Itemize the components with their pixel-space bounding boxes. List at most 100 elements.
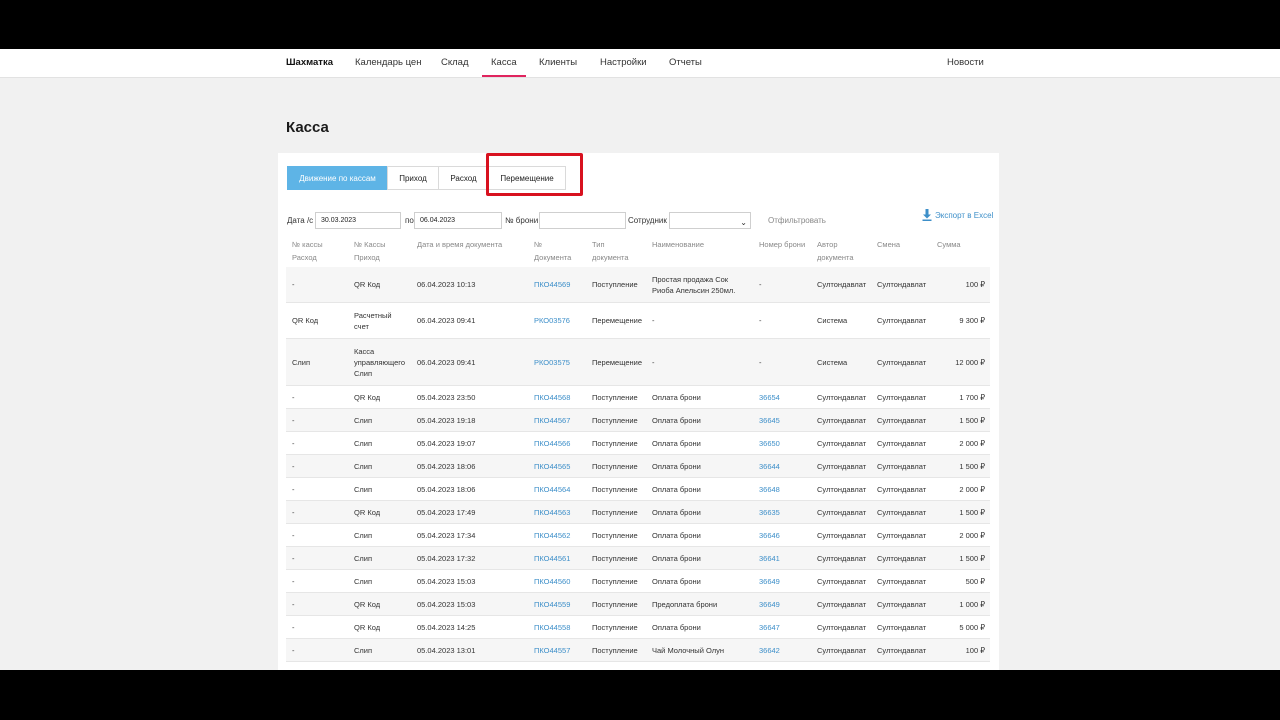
cell-document-type: Поступление <box>592 415 638 425</box>
cell-booking-number[interactable]: 36648 <box>759 478 780 500</box>
cell-booking-number[interactable]: 36644 <box>759 455 780 477</box>
tab-income[interactable]: Приход <box>387 166 439 190</box>
cell-document-type: Перемещение <box>592 316 642 325</box>
nav-item-news[interactable]: Новости <box>947 49 984 77</box>
cell-shift: Султондавлат <box>877 280 927 289</box>
cell-document-type: Поступление <box>592 392 638 402</box>
cell-document-number[interactable]: ПКО44568 <box>534 386 570 408</box>
cell-booking-number[interactable]: 36645 <box>759 409 780 431</box>
cell-datetime: 05.04.2023 23:50 <box>417 392 476 402</box>
table-row[interactable]: - Слип 05.04.2023 17:32 ПКО44561 Поступление… <box>286 547 990 570</box>
cell-document-number[interactable]: ПКО44566 <box>534 432 570 454</box>
table-row[interactable]: - Слип 05.04.2023 19:18 ПКО44567 Поступление… <box>286 409 990 432</box>
cell-amount: 2 000 ₽ <box>959 438 985 448</box>
cell-amount: 1 000 ₽ <box>959 599 985 609</box>
column-header-amount[interactable]: Сумма <box>937 239 961 252</box>
cell-document-number[interactable]: ПКО44569 <box>534 267 570 302</box>
cell-income-cashbox: Касса управляющего Слип <box>354 346 406 378</box>
table-row[interactable]: - QR Код 05.04.2023 23:50 ПКО44568 Поступлен… <box>286 386 990 409</box>
date-from-input[interactable]: 30.03.2023 <box>315 212 401 229</box>
table-row[interactable]: - QR Код 05.04.2023 14:25 ПКО44558 Поступлен… <box>286 616 990 639</box>
column-header-document-type[interactable]: Тип документа <box>592 239 629 264</box>
tab-expense[interactable]: Расход <box>438 166 489 190</box>
nav-item-warehouse[interactable]: Склад <box>441 49 469 77</box>
cell-booking-number[interactable]: 36649 <box>759 593 780 615</box>
cell-document-number[interactable]: ПКО44567 <box>534 409 570 431</box>
column-header-author[interactable]: Автор документа <box>817 239 854 264</box>
table-row[interactable]: - Слип 05.04.2023 19:07 ПКО44566 Поступление… <box>286 432 990 455</box>
table-row[interactable]: - Слип 05.04.2023 18:06 ПКО44564 Поступление… <box>286 478 990 501</box>
cell-shift: Султондавлат <box>877 553 927 563</box>
table-row[interactable]: - Слип 05.04.2023 17:34 ПКО44562 Поступление… <box>286 524 990 547</box>
cell-document-number[interactable]: ПКО44560 <box>534 570 570 592</box>
nav-item-cashbox[interactable]: Касса <box>482 49 526 77</box>
date-to-label: по <box>405 216 414 225</box>
table-row[interactable]: - Слип 05.04.2023 15:03 ПКО44560 Поступление… <box>286 570 990 593</box>
export-excel-link[interactable]: Экспорт в Excel <box>922 209 993 221</box>
cell-document-number[interactable]: ПКО44564 <box>534 478 570 500</box>
cell-booking-number[interactable]: 36647 <box>759 616 780 638</box>
cell-booking-number[interactable]: 36641 <box>759 547 780 569</box>
cell-income-cashbox: Слип <box>354 461 373 471</box>
nav-item-reports[interactable]: Отчеты <box>669 49 702 77</box>
cell-income-cashbox: QR Код <box>354 507 381 517</box>
column-header-booking-number[interactable]: Номер брони <box>759 239 805 252</box>
column-header-shift[interactable]: Смена <box>877 239 900 252</box>
column-header-document-number[interactable]: № Документа <box>534 239 571 264</box>
cell-amount: 100 ₽ <box>965 645 985 655</box>
filter-button[interactable]: Отфильтровать <box>768 216 826 225</box>
cell-document-number[interactable]: ПКО44558 <box>534 616 570 638</box>
cell-amount: 100 ₽ <box>965 280 985 289</box>
cell-name: Оплата брони <box>652 484 701 494</box>
tab-cash-movement[interactable]: Движение по кассам <box>287 166 388 190</box>
cell-document-number[interactable]: ПКО44563 <box>534 501 570 523</box>
cell-document-number[interactable]: ПКО44561 <box>534 547 570 569</box>
column-header-datetime[interactable]: Дата и время документа <box>417 239 502 252</box>
column-header-income-cashbox[interactable]: № Кассы Приход <box>354 239 386 264</box>
booking-number-input[interactable] <box>539 212 626 229</box>
nav-item-settings[interactable]: Настройки <box>600 49 647 77</box>
cell-name: Оплата брони <box>652 622 701 632</box>
cell-booking-number[interactable]: 36635 <box>759 501 780 523</box>
cell-document-number[interactable]: ПКО44559 <box>534 593 570 615</box>
column-header-name[interactable]: Наименование <box>652 239 704 252</box>
nav-item-chessboard[interactable]: Шахматка <box>286 49 333 77</box>
cell-author: Система <box>817 357 848 367</box>
cell-document-number[interactable]: ПКО44562 <box>534 524 570 546</box>
cell-author: Султондавлат <box>817 507 867 517</box>
cell-shift: Султондавлат <box>877 507 927 517</box>
table-row[interactable]: - QR Код 05.04.2023 17:49 ПКО44563 Поступлен… <box>286 501 990 524</box>
cell-shift: Султондавлат <box>877 576 927 586</box>
cell-booking-number[interactable]: 36650 <box>759 432 780 454</box>
table-row[interactable]: - QR Код 05.04.2023 15:03 ПКО44559 Поступлен… <box>286 593 990 616</box>
date-to-input[interactable]: 06.04.2023 <box>414 212 502 229</box>
table-row[interactable]: - Слип 05.04.2023 18:06 ПКО44565 Поступление… <box>286 455 990 478</box>
cell-name: Оплата брони <box>652 507 701 517</box>
nav-item-clients[interactable]: Клиенты <box>539 49 577 77</box>
table-row[interactable]: - Слип 05.04.2023 13:01 ПКО44557 Поступление… <box>286 639 990 662</box>
employee-select[interactable]: ⌄ <box>669 212 751 229</box>
cell-booking-number[interactable]: 36642 <box>759 639 780 661</box>
cell-booking-number[interactable]: 36646 <box>759 524 780 546</box>
cell-document-type: Поступление <box>592 576 638 586</box>
video-letterbox-top <box>0 0 1280 49</box>
cell-shift: Султондавлат <box>877 645 927 655</box>
cell-document-number[interactable]: РКО03575 <box>534 339 570 385</box>
cell-expense-cashbox: - <box>292 599 295 609</box>
cell-amount: 9 300 ₽ <box>959 316 985 325</box>
column-header-expense-cashbox[interactable]: № кассы Расход <box>292 239 323 264</box>
video-letterbox-bottom <box>0 670 1280 720</box>
cell-income-cashbox: QR Код <box>354 599 381 609</box>
cell-document-number[interactable]: РКО03576 <box>534 303 570 338</box>
cell-datetime: 06.04.2023 10:13 <box>417 280 476 289</box>
cell-document-type: Поступление <box>592 507 638 517</box>
cell-booking-number[interactable]: 36654 <box>759 386 780 408</box>
export-excel-label: Экспорт в Excel <box>935 211 994 220</box>
table-row[interactable]: QR Код Расчетный счет 06.04.2023 09:41 РКО0… <box>286 303 990 339</box>
table-row[interactable]: - QR Код 06.04.2023 10:13 ПКО44569 Поступлен… <box>286 267 990 303</box>
nav-item-price-calendar[interactable]: Календарь цен <box>355 49 421 77</box>
cell-document-number[interactable]: ПКО44557 <box>534 639 570 661</box>
cell-document-number[interactable]: ПКО44565 <box>534 455 570 477</box>
cell-booking-number[interactable]: 36649 <box>759 570 780 592</box>
table-row[interactable]: Слип Касса управляющего Слип 06.04.2023 09… <box>286 339 990 386</box>
